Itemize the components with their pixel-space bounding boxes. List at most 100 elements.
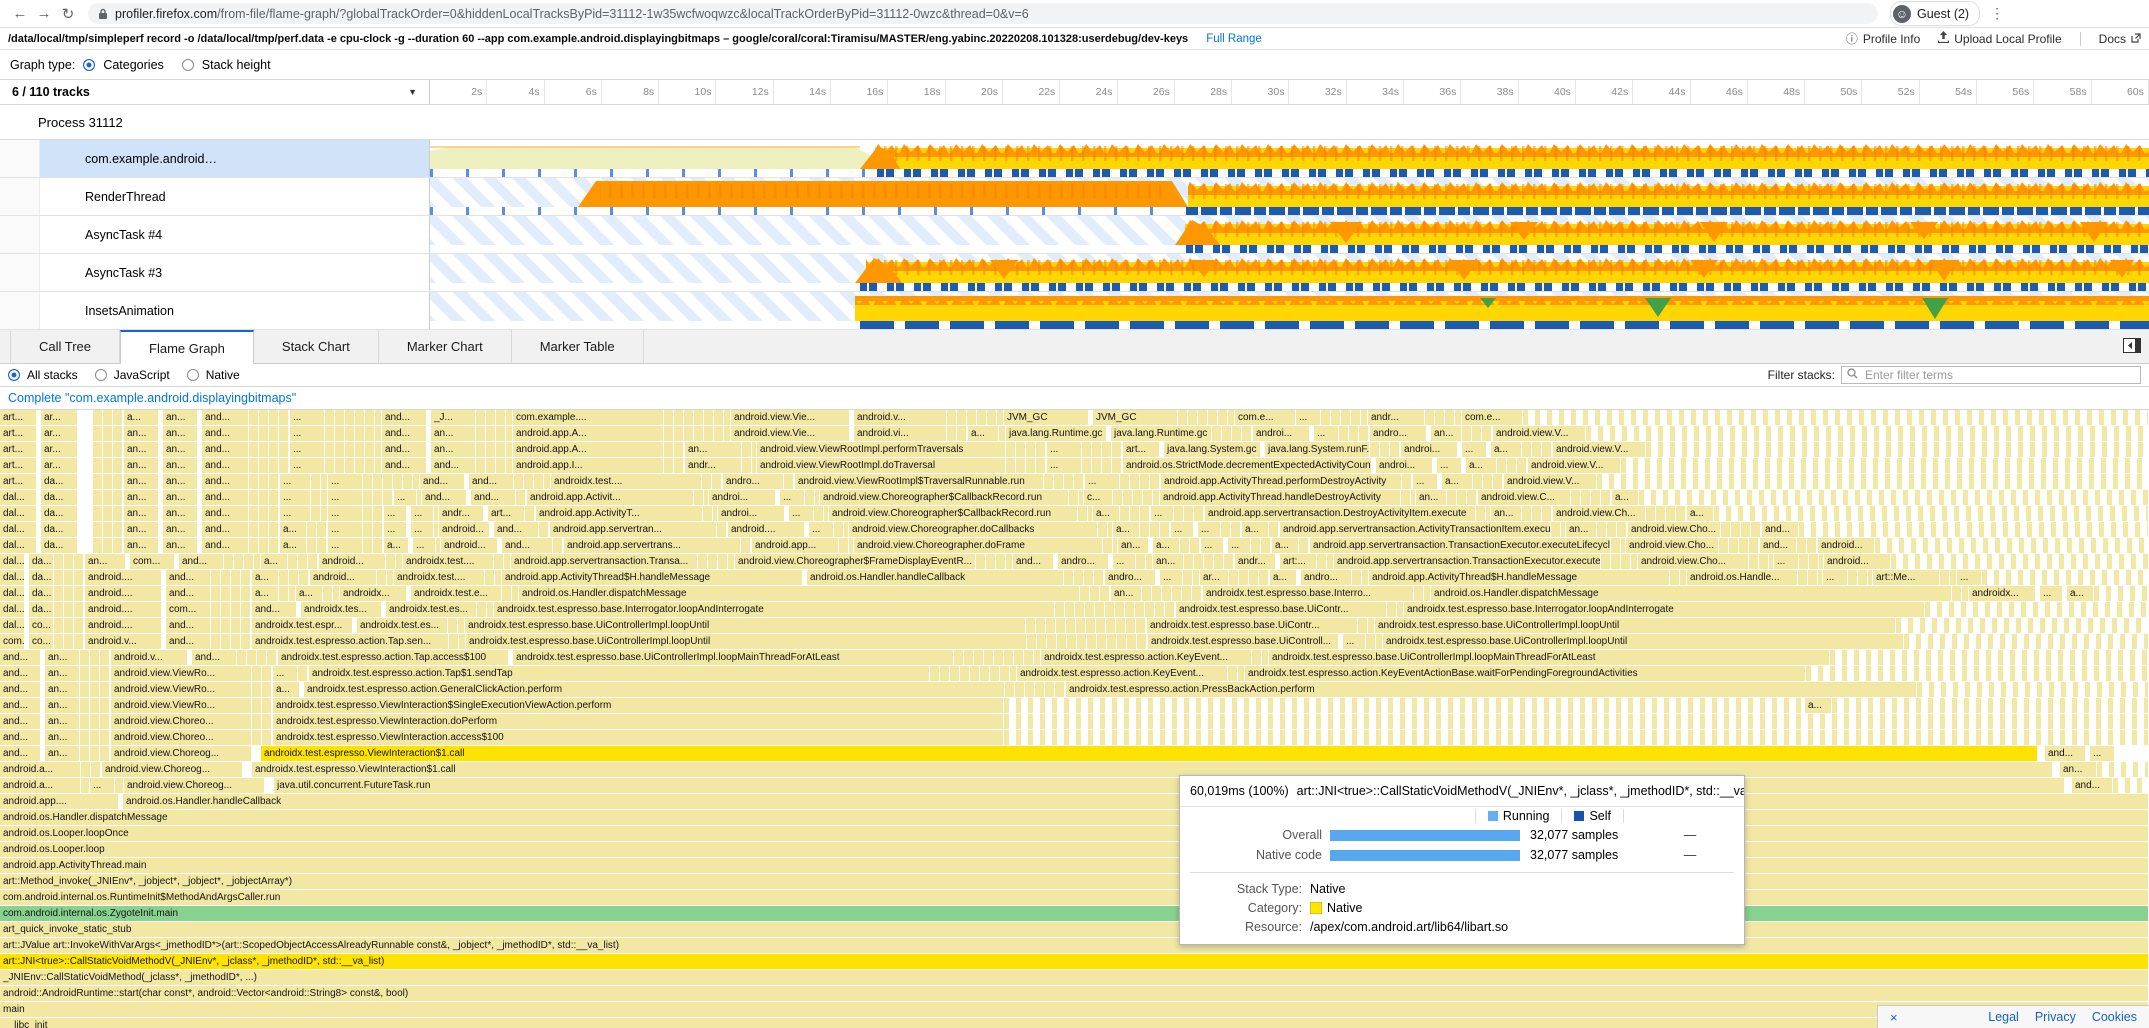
flame-box[interactable]: androidx.test.espresso.base.UiController… <box>465 618 1025 633</box>
flame-box[interactable]: a... <box>968 426 998 441</box>
flame-box[interactable]: androidx.test.espresso.action.GeneralCli… <box>304 682 1004 697</box>
flame-box[interactable]: a... <box>273 682 299 697</box>
flame-box[interactable]: dal... <box>0 602 24 617</box>
flame-box[interactable]: ... <box>1957 570 1981 585</box>
flame-box[interactable]: ... <box>2090 746 2114 761</box>
flame-graph[interactable]: art...ar...a...an...and......and..._J...… <box>0 410 2149 1028</box>
flame-box[interactable]: java.lang.Runtime.gc <box>1006 426 1106 441</box>
flame-box[interactable]: android.view.Ch... <box>1553 506 1645 521</box>
flame-box[interactable]: da... <box>29 554 53 569</box>
flame-box[interactable]: a... <box>384 538 408 553</box>
flame-box[interactable]: android.... <box>85 618 161 633</box>
flame-box[interactable]: and... <box>166 570 210 585</box>
flame-box[interactable]: androi... <box>1253 426 1309 441</box>
flame-box[interactable]: andro... <box>1301 570 1351 585</box>
flame-box[interactable]: an... <box>45 714 79 729</box>
flame-box[interactable]: ... <box>780 490 804 505</box>
flame-box[interactable]: androidx.test.espresso.ViewInteraction.a… <box>273 730 1003 745</box>
flame-box[interactable]: android... <box>1824 554 1890 569</box>
flame-box[interactable]: art... <box>488 506 524 521</box>
flame-box[interactable]: an... <box>45 650 79 665</box>
back-icon[interactable]: ← <box>8 5 32 22</box>
flame-box[interactable]: java.lang.Runtime.gc <box>1111 426 1211 441</box>
flame-box[interactable]: android.app.ActivityThread.handleDestroy… <box>1160 490 1400 505</box>
close-icon[interactable]: × <box>1890 1010 1898 1025</box>
track-label-insetsanimation[interactable]: InsetsAnimation <box>40 292 430 329</box>
flame-box[interactable]: da... <box>41 474 77 489</box>
flame-box[interactable]: com.e... <box>1235 410 1295 425</box>
flame-box[interactable]: and... <box>431 458 475 473</box>
flame-box[interactable]: android.app.servertrans... <box>564 538 740 553</box>
flame-box[interactable]: an... <box>163 506 197 521</box>
flame-box[interactable]: android.app.A... <box>513 426 663 441</box>
flame-box[interactable]: ar... <box>41 442 77 457</box>
flame-box[interactable]: an... <box>124 458 158 473</box>
flame-box[interactable]: android.view.ViewRootImpl.performTravers… <box>757 442 1005 457</box>
flame-box[interactable]: ... <box>328 506 362 521</box>
flame-box[interactable]: android.view.Choreo... <box>111 730 251 745</box>
flame-box[interactable]: android.view.Cho... <box>1638 554 1748 569</box>
track-label-asynctask3[interactable]: AsyncTask #3 <box>40 254 430 291</box>
flame-box[interactable]: art_quick_invoke_static_stub <box>0 922 2148 937</box>
track-activity-graph[interactable] <box>430 140 2149 177</box>
graph-type-categories-radio[interactable] <box>83 59 95 71</box>
flame-box[interactable]: dal... <box>0 506 36 521</box>
flame-box[interactable]: da... <box>41 506 77 521</box>
flame-box[interactable]: androidx.test.es... <box>386 602 476 617</box>
flame-box[interactable]: an... <box>1111 586 1141 601</box>
track-count-dropdown[interactable]: 6 / 110 tracks ▼ <box>0 80 430 104</box>
flame-box[interactable]: and... <box>202 410 248 425</box>
track-label-renderthread[interactable]: RenderThread <box>40 178 430 215</box>
flame-box[interactable]: android.view.Choreographer$CallbackRecor… <box>829 506 1077 521</box>
all-stacks-label[interactable]: All stacks <box>27 368 78 382</box>
full-range-link[interactable]: Full Range <box>1206 33 1262 45</box>
flame-box[interactable]: dal... <box>0 554 24 569</box>
flame-box[interactable]: an... <box>685 442 741 457</box>
flame-box[interactable]: andr... <box>1235 554 1275 569</box>
flame-box[interactable]: a... <box>1093 506 1119 521</box>
flame-box[interactable]: an... <box>124 426 158 441</box>
native-radio[interactable] <box>187 369 199 381</box>
flame-box[interactable]: and... <box>420 474 464 489</box>
flame-box[interactable]: a... <box>1272 538 1298 553</box>
flame-box[interactable]: android.view.Vie... <box>731 410 849 425</box>
flame-box[interactable]: android.app.servertran... <box>550 522 716 537</box>
flame-box[interactable]: android.app.ActivityThread$H.handleMessa… <box>1369 570 1669 585</box>
flame-box[interactable]: ... <box>280 506 310 521</box>
flame-box[interactable]: androidx.test.espresso.base.UiController… <box>1375 618 1895 633</box>
flame-box[interactable]: and... <box>471 490 515 505</box>
flame-box[interactable]: ... <box>280 474 310 489</box>
flame-box[interactable]: android.view.ViewRo... <box>111 682 251 697</box>
flame-box[interactable]: and... <box>0 666 40 681</box>
flame-box[interactable]: art... <box>0 442 36 457</box>
flame-box[interactable]: c... <box>1084 490 1112 505</box>
flame-box[interactable]: android.os.Handler.dispatchMessage <box>0 810 2148 825</box>
flame-box[interactable]: ... <box>384 522 406 537</box>
flame-box[interactable]: andro... <box>1105 570 1155 585</box>
flame-box[interactable]: java.lang.System.runF... <box>1265 442 1369 457</box>
flame-box[interactable]: and... <box>1762 522 1798 537</box>
flame-box[interactable]: art... <box>0 474 36 489</box>
flame-box[interactable]: dal... <box>0 570 24 585</box>
graph-type-stack-height-radio[interactable] <box>182 59 194 71</box>
flame-box[interactable]: an... <box>45 730 79 745</box>
track-activity-graph[interactable] <box>430 292 2149 329</box>
flame-box[interactable]: art... <box>0 410 36 425</box>
flame-box[interactable]: android.os.Handler.dispatchMessage <box>1431 586 1951 601</box>
flame-box[interactable]: android.view.Choreog... <box>102 762 242 777</box>
flame-box[interactable]: and... <box>179 554 223 569</box>
flame-box[interactable]: ... <box>273 666 297 681</box>
flame-box[interactable]: an... <box>431 426 475 441</box>
flame-box[interactable]: android.view.ViewRootImpl$TraversalRunna… <box>795 474 1043 489</box>
flame-box[interactable]: android.view.V... <box>1504 474 1596 489</box>
flame-box[interactable]: androidx.test.espresso.base.UiController… <box>513 650 953 665</box>
flame-box[interactable]: androidx.test.espresso.ViewInteraction.d… <box>273 714 1003 729</box>
flame-box[interactable]: java.util.concurrent.FutureTask.run <box>274 778 2064 793</box>
flame-box[interactable]: ... <box>1437 458 1461 473</box>
flame-box[interactable]: android.app.servertransaction.Transactio… <box>1334 554 1600 569</box>
flame-box[interactable]: art... <box>0 458 36 473</box>
flame-box[interactable]: JVM_GC <box>1093 410 1177 425</box>
flame-box[interactable]: ... <box>1462 442 1486 457</box>
flame-box[interactable]: __libc_init <box>0 1018 2148 1028</box>
flame-box[interactable]: android.view.V... <box>1553 442 1645 457</box>
